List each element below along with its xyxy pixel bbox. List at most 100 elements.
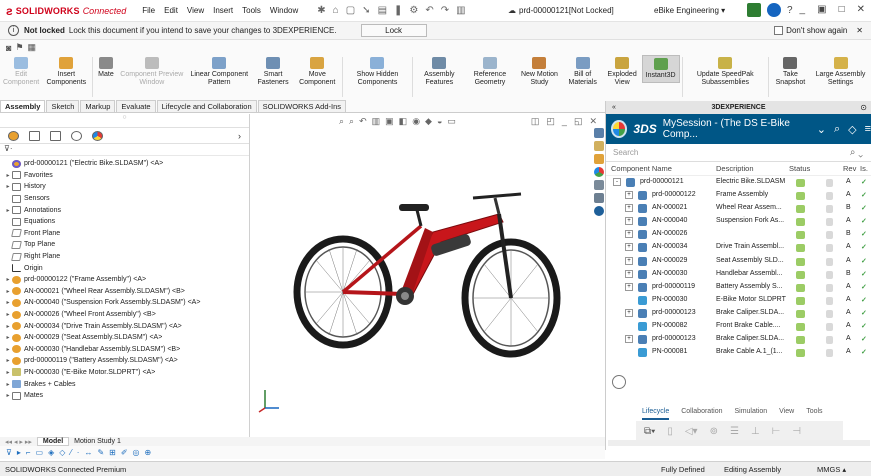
maturity-status-icon[interactable] (796, 192, 805, 201)
dimxpert-icon[interactable] (71, 130, 82, 141)
tab-sketch[interactable]: Sketch (46, 100, 80, 112)
cmd-show-hidden-components-button[interactable]: Show Hidden Components (345, 55, 410, 89)
lock-status-icon[interactable] (826, 336, 833, 345)
expand-icon[interactable]: + (625, 243, 633, 252)
tab-addins[interactable]: SOLIDWORKS Add-Ins (257, 100, 346, 112)
resources-icon[interactable] (594, 128, 604, 138)
expand-icon[interactable]: + (625, 269, 633, 278)
col-rev[interactable]: Rev (843, 164, 856, 173)
dx-component-row[interactable]: + AN-000021 Wheel Rear Assem... B ✓ (606, 202, 871, 215)
col-is[interactable]: Is. (860, 164, 868, 173)
tab-markup[interactable]: Markup (80, 100, 116, 112)
cmd-move-component-button[interactable]: Move Component (295, 55, 340, 89)
collapse-icon[interactable]: - (613, 178, 621, 186)
structure-tool-icon[interactable]: ⊣ (792, 426, 801, 437)
lock-status-icon[interactable] (826, 283, 833, 292)
cmd-assembly-features-button[interactable]: Assembly Features (415, 55, 464, 89)
select-axis-icon[interactable]: ⁄ (70, 448, 71, 457)
select-point-icon[interactable]: · (77, 448, 80, 457)
lock-status-icon[interactable] (826, 323, 833, 332)
select-note-icon[interactable]: ✎ (97, 448, 104, 457)
options-gear-icon[interactable]: ⚙ (409, 5, 418, 16)
maturity-status-icon[interactable] (796, 257, 805, 266)
tree-item[interactable]: ▸ prd-00000119 ("Battery Assembly.SLDASM"… (0, 355, 249, 367)
search-icon[interactable]: ⌕ (834, 123, 840, 136)
session-selector[interactable]: MySession - (The DS E-Bike Comp... (663, 118, 809, 140)
cmd-smart-fasteners-button[interactable]: Smart Fasteners (252, 55, 295, 89)
maturity-status-icon[interactable] (796, 179, 805, 187)
tab-nav-arrows[interactable]: ◂◂ ◂ ▸ ▸▸ (0, 438, 37, 446)
expand-icon[interactable]: + (625, 191, 633, 200)
copy-tool-icon[interactable]: ▯ (667, 426, 673, 437)
tree-item[interactable]: ▸ prd-00000122 ("Frame Assembly") <A> (0, 274, 249, 286)
expand-arrow-icon[interactable]: ▸ (4, 311, 12, 318)
expand-arrow-icon[interactable]: ▸ (4, 172, 12, 179)
tenant-selector[interactable]: eBike Engineering ▾ (654, 6, 725, 15)
lock-status-icon[interactable] (826, 244, 833, 253)
dx-component-row[interactable]: + AN-000029 Seat Assembly SLD... A ✓ (606, 255, 871, 268)
maturity-status-icon[interactable] (796, 296, 805, 305)
dx-tab-tools[interactable]: Tools (806, 408, 822, 420)
camera-icon[interactable]: ◙ (6, 43, 11, 53)
save-icon[interactable]: ▤ (378, 5, 387, 16)
dx-tab-view[interactable]: View (779, 408, 794, 420)
expand-arrow-icon[interactable]: ▸ (4, 183, 12, 190)
dx-component-row[interactable]: + prd-00000119 Battery Assembly S... A ✓ (606, 281, 871, 294)
tree-item[interactable]: Right Plane (0, 251, 249, 263)
book-icon[interactable]: ▦ (28, 42, 37, 53)
cmd-instant3d-button[interactable]: Instant3D (641, 55, 680, 83)
cmd-bill-of-materials-button[interactable]: Bill of Materials (563, 55, 603, 89)
property-manager-icon[interactable] (29, 130, 40, 141)
select-face-icon[interactable]: ▭ (36, 448, 44, 457)
dx-tab-lifecycle[interactable]: Lifecycle (642, 408, 670, 420)
expand-arrow-icon[interactable]: ▸ (4, 288, 12, 295)
expand-icon[interactable]: + (625, 282, 633, 291)
maturity-status-icon[interactable] (796, 349, 805, 358)
e-bike-model[interactable] (251, 114, 605, 437)
dx-component-row[interactable]: PN-000030 E-Bike Motor SLDPRT A ✓ (606, 294, 871, 307)
maturity-status-icon[interactable] (796, 336, 805, 345)
expand-arrow-icon[interactable]: ▸ (4, 323, 12, 330)
lock-status-icon[interactable] (826, 296, 833, 305)
maturity-status-icon[interactable] (796, 270, 805, 279)
collapse-panel-icon[interactable]: « (612, 104, 616, 111)
menu-tools[interactable]: Tools (242, 6, 261, 15)
tab-lifecycle[interactable]: Lifecycle and Collaboration (156, 100, 257, 112)
cmd-insert-components-button[interactable]: Insert Components (42, 55, 90, 89)
hierarchy-tool-icon[interactable]: ⊢ (772, 426, 781, 437)
tree-item[interactable]: ▸ AN-000030 ("Handlebar Assembly.SLDASM")… (0, 344, 249, 356)
chevron-right-icon[interactable]: › (238, 131, 241, 141)
expand-arrow-icon[interactable]: ▸ (4, 207, 12, 214)
dx-component-row[interactable]: + AN-000034 Drive Train Assembl... A ✓ (606, 241, 871, 254)
unit-system[interactable]: MMGS ▴ (817, 465, 846, 474)
open-icon[interactable]: ➘ (362, 5, 370, 16)
configuration-manager-icon[interactable] (50, 130, 61, 141)
tree-item[interactable]: Equations (0, 216, 249, 228)
lock-status-icon[interactable] (826, 192, 833, 201)
cmd-exploded-view-button[interactable]: Exploded View (603, 55, 642, 89)
lock-status-icon[interactable] (826, 309, 833, 318)
menu-window[interactable]: Window (270, 6, 298, 15)
close-infobar-icon[interactable]: ✕ (856, 26, 863, 35)
lock-status-icon[interactable] (826, 349, 833, 358)
new-document-icon[interactable]: ▢ (346, 5, 355, 16)
tree-item[interactable]: ▸ AN-000026 ("Wheel Front Assembly") <B> (0, 309, 249, 321)
cmd-edit-component-button[interactable]: Edit Component (0, 55, 42, 89)
lock-status-icon[interactable] (826, 231, 833, 240)
lock-status-icon[interactable] (826, 205, 833, 214)
lock-status-icon[interactable] (826, 270, 833, 279)
expand-icon[interactable]: + (625, 204, 633, 213)
select-weld-icon[interactable]: ⊕ (145, 448, 152, 457)
expand-arrow-icon[interactable]: ▸ (4, 276, 12, 283)
expand-icon[interactable]: + (625, 217, 633, 226)
design-library-icon[interactable] (594, 141, 604, 151)
hamburger-menu-icon[interactable]: ≡ (865, 123, 871, 135)
custom-properties-icon[interactable] (594, 180, 604, 190)
add-tool-icon[interactable]: ⊥ (751, 426, 760, 437)
panel-options-icon[interactable]: ⊙ (860, 103, 867, 112)
tab-motion-study[interactable]: Motion Study 1 (69, 438, 126, 445)
tree-item[interactable]: prd-00000121 ("Electric Bike.SLDASM") <A… (0, 158, 249, 170)
expand-icon[interactable]: + (625, 256, 633, 265)
restore-icon[interactable]: ▣ (817, 4, 826, 15)
cmd-linear-component-pattern-button[interactable]: Linear Component Pattern (187, 55, 252, 89)
